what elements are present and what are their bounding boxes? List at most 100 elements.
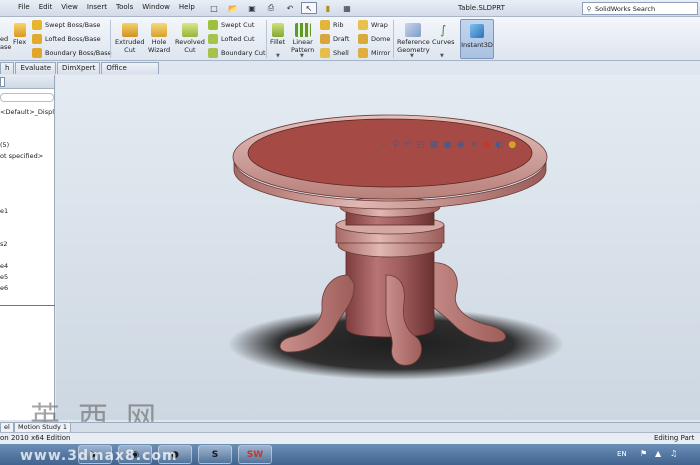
tree-display-state[interactable]: <Default>_Displ [0,108,55,116]
tool-label: Reference [397,38,430,46]
display-style-icon[interactable]: ◉ [457,140,465,150]
dome-tool[interactable]: Dome [358,34,390,44]
tool-label: Cut [124,46,136,54]
zoom-to-fit-icon[interactable]: ⌕ [382,140,387,150]
options-icon[interactable]: ▦ [339,2,355,14]
wrap-tool[interactable]: Wrap [358,20,388,30]
print-icon[interactable]: ⎙ [263,2,279,14]
section-view-icon[interactable]: ◰ [416,140,425,150]
undo-icon[interactable]: ↶ [282,2,298,14]
feature-filter-input[interactable] [0,93,54,102]
tray-volume-icon[interactable]: ♫ [670,449,677,458]
new-document-icon[interactable]: □ [206,2,222,14]
edit-appearance-icon[interactable]: ● [483,140,491,150]
instant3d-button[interactable]: Instant3D [460,19,494,59]
zoom-to-area-icon[interactable]: ⚲ [392,140,399,150]
search-field[interactable]: ⚲ SolidWorks Search [582,2,698,15]
rebuild-icon[interactable]: ▮ [320,2,336,14]
tool-label: Flex [13,38,27,46]
reference-geometry-dropdown-icon[interactable]: ▼ [410,53,414,59]
tree-item[interactable]: e5 [0,273,55,281]
model-view[interactable] [56,75,700,420]
extruded-cut-tool[interactable]: Extruded Cut [115,23,145,54]
mirror-icon [358,48,368,58]
tool-label: ed [0,35,9,43]
menu-list: File Edit View Insert Tools Window Help [18,3,195,11]
cut-off-boss-tool[interactable]: ed ase [0,35,11,51]
tree-item[interactable]: e1 [0,207,55,215]
tray-network-icon[interactable]: ▲ [655,449,661,458]
view-orientation-icon[interactable]: ▣ [443,140,452,150]
tray-flag-icon[interactable]: ⚑ [640,449,647,458]
hide-show-items-icon[interactable]: ☀ [470,140,478,150]
linear-pattern-dropdown-icon[interactable]: ▼ [300,53,304,59]
swept-boss-tool[interactable]: Swept Boss/Base [32,20,100,30]
fillet-dropdown-icon[interactable]: ▼ [276,53,280,59]
fillet-tool[interactable]: Fillet [270,23,285,46]
lofted-cut-icon [208,34,218,44]
tool-label: Extruded [115,38,145,46]
curves-tool[interactable]: ∫ Curves [432,23,455,46]
save-icon[interactable]: ▣ [244,2,260,14]
linear-pattern-tool[interactable]: Linear Pattern [291,23,314,54]
menu-view[interactable]: View [61,3,78,11]
tree-item[interactable]: e6 [0,284,55,292]
tool-label: Linear [292,38,313,46]
tool-label: Curves [432,38,455,46]
tab-dimxpert[interactable]: DimXpert [57,62,101,74]
flex-tool[interactable]: Flex [13,23,26,46]
revolved-cut-tool[interactable]: Revolved Cut [175,23,205,54]
reference-geometry-tool[interactable]: Reference Geometry [397,23,430,54]
dynamic-annotation-icon[interactable]: ▦ [430,140,439,150]
fillet-icon [271,23,284,37]
lofted-boss-icon [32,34,42,44]
menu-window[interactable]: Window [142,3,170,11]
draft-icon [320,34,330,44]
rib-tool[interactable]: Rib [320,20,343,30]
boundary-cut-tool[interactable]: Boundary Cut [208,48,266,58]
tree-item-material[interactable]: ot specified> [0,152,55,160]
mirror-tool[interactable]: Mirror [358,48,390,58]
draft-tool[interactable]: Draft [320,34,349,44]
shell-tool[interactable]: Shell [320,48,349,58]
tool-label: ase [0,43,12,51]
scenes-icon[interactable]: ◐ [496,140,504,150]
menu-help[interactable]: Help [179,3,195,11]
feature-manager-tab[interactable] [0,77,5,87]
tree-item-row5[interactable]: (5) [0,141,55,149]
menu-tools[interactable]: Tools [116,3,133,11]
curves-dropdown-icon[interactable]: ▼ [440,53,444,59]
select-icon[interactable]: ↖ [301,2,317,14]
status-mode: Editing Part [654,434,695,442]
lofted-boss-tool[interactable]: Lofted Boss/Base [32,34,101,44]
menu-file[interactable]: File [18,3,30,11]
tab-office-products[interactable]: Office Products [101,62,159,83]
menu-insert[interactable]: Insert [87,3,107,11]
swept-cut-tool[interactable]: Swept Cut [208,20,254,30]
tool-label: Cut [184,46,196,54]
tree-item[interactable]: e4 [0,262,55,270]
tab-sketch[interactable]: h [0,62,15,74]
toolbar-separator [110,20,111,58]
swept-boss-icon [32,20,42,30]
tool-label: Swept Boss/Base [45,21,101,29]
view-settings-icon[interactable]: ● [508,140,516,150]
tab-evaluate[interactable]: Evaluate [15,62,57,74]
skype-icon[interactable]: S [198,445,232,464]
heads-up-view-toolbar: ⌕ ⚲ ↶ ◰ ▦ ▣ ◉ ☀ ● ◐ ● [382,140,516,150]
tool-label: Shell [333,49,349,57]
tool-label: Hole [151,38,167,46]
previous-view-icon[interactable]: ↶ [404,140,412,150]
tree-item[interactable]: s2 [0,240,55,248]
rollback-bar[interactable] [0,305,55,306]
lofted-cut-tool[interactable]: Lofted Cut [208,34,255,44]
menu-edit[interactable]: Edit [39,3,53,11]
solidworks-taskbar-icon[interactable]: SW [238,445,272,464]
boundary-boss-tool[interactable]: Boundary Boss/Base [32,48,112,58]
hole-wizard-tool[interactable]: Hole Wizard [148,23,170,54]
graphics-area[interactable]: ⌕ ⚲ ↶ ◰ ▦ ▣ ◉ ☀ ● ◐ ● Z [56,75,700,420]
tool-label: Draft [333,35,350,43]
language-indicator[interactable]: EN [617,450,627,458]
open-icon[interactable]: 📂 [225,2,241,14]
toolbar-separator [393,20,394,58]
